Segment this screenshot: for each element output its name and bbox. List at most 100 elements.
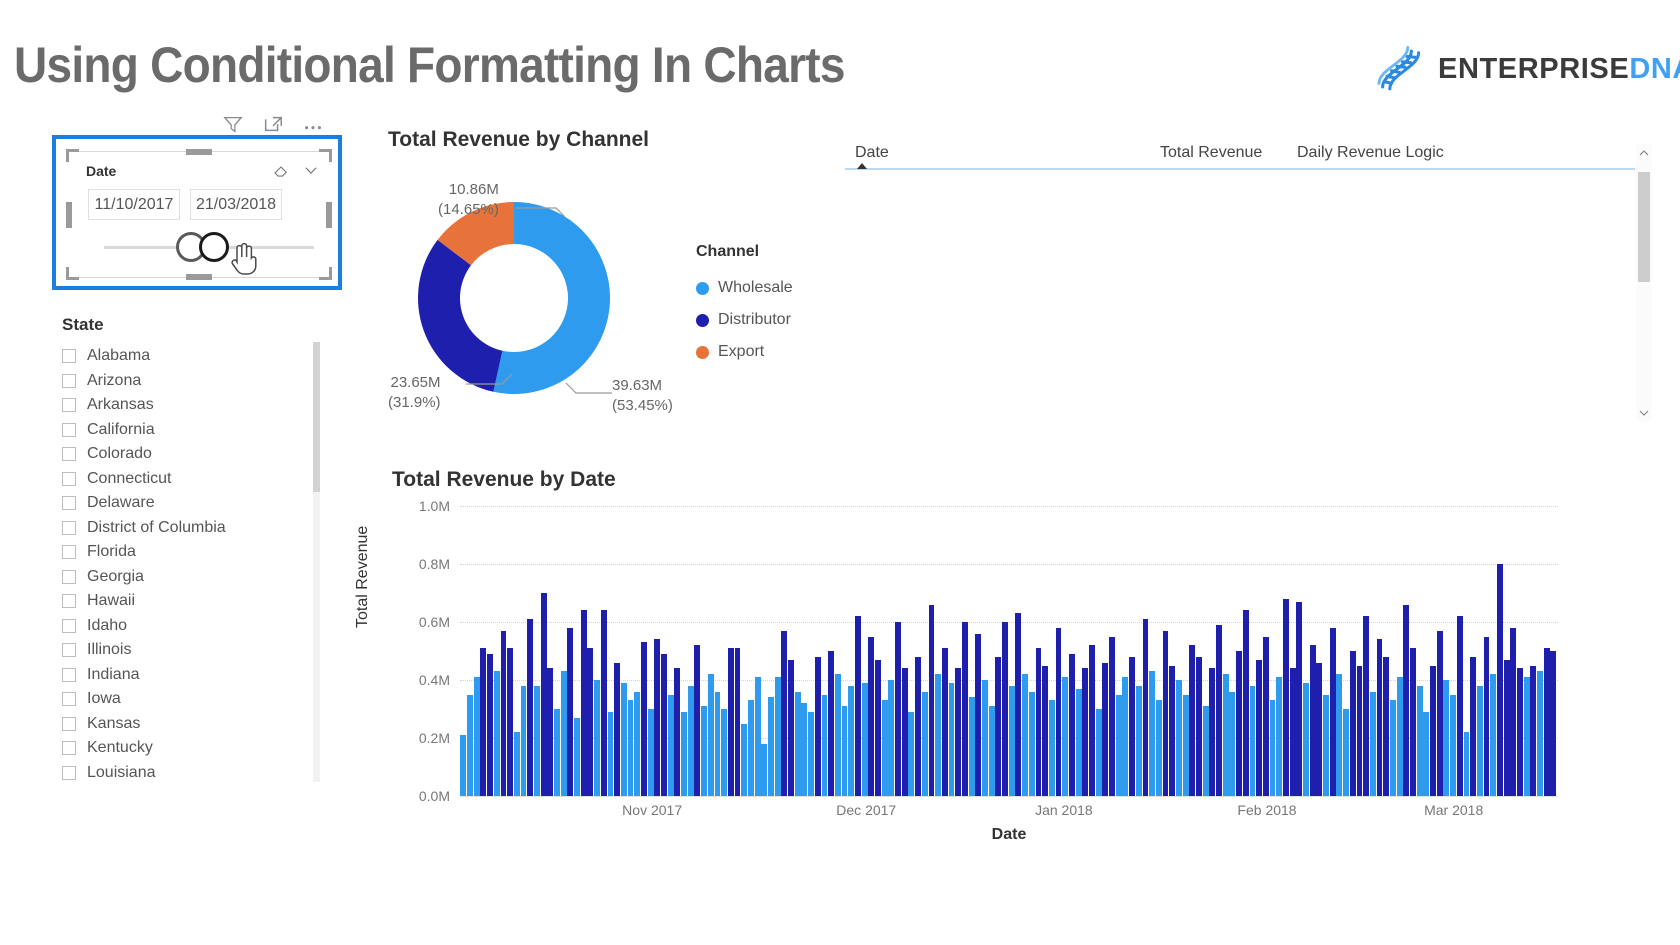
bar-chart-bar[interactable]	[1196, 656, 1202, 796]
state-slicer-item[interactable]: Idaho	[62, 614, 352, 639]
resize-handle-bottom-right[interactable]	[319, 267, 332, 280]
filter-icon[interactable]	[222, 113, 244, 135]
bar-chart-bar[interactable]	[1296, 601, 1303, 796]
bar-chart-bar[interactable]	[1182, 694, 1189, 796]
bar-chart-bar[interactable]	[968, 697, 975, 796]
resize-handle-right[interactable]	[326, 201, 332, 228]
bar-chart-bar[interactable]	[560, 671, 567, 796]
bar-chart-bars[interactable]	[460, 506, 1558, 796]
bar-chart-bar[interactable]	[594, 680, 601, 796]
bar-chart-bar[interactable]	[1062, 677, 1069, 796]
state-slicer[interactable]: State Alabama Arizona Arkansas California Co…	[62, 315, 352, 795]
bar-chart-bar[interactable]	[868, 636, 875, 796]
bar-chart-bar[interactable]	[1430, 665, 1436, 796]
resize-handle-bottom[interactable]	[186, 274, 212, 280]
bar-chart-bar[interactable]	[734, 648, 741, 796]
bar-chart-bar[interactable]	[834, 674, 841, 796]
bar-chart-bar[interactable]	[935, 674, 942, 796]
bar-chart-bar[interactable]	[1155, 700, 1162, 796]
bar-chart-bar[interactable]	[500, 630, 507, 796]
bar-chart-bar[interactable]	[674, 668, 681, 796]
resize-handle-bottom-left[interactable]	[66, 267, 79, 280]
bar-chart-bar[interactable]	[888, 680, 895, 796]
bar-chart-bar[interactable]	[1022, 674, 1029, 796]
bar-chart-bar[interactable]	[1109, 636, 1115, 796]
focus-mode-icon[interactable]	[262, 113, 284, 135]
state-checkbox[interactable]	[62, 471, 76, 486]
date-range-slider-track[interactable]	[104, 232, 314, 262]
bar-chart-bar[interactable]	[921, 691, 928, 796]
bar-chart-bar[interactable]	[1189, 645, 1196, 796]
state-checkbox[interactable]	[62, 765, 76, 780]
bar-chart-bar[interactable]	[1470, 656, 1477, 796]
bar-chart-bar[interactable]	[1517, 668, 1523, 796]
date-range-slider-handle-end[interactable]	[199, 232, 229, 262]
bar-chart-bar[interactable]	[1068, 653, 1075, 796]
legend-items[interactable]: Wholesale Distributor Export	[696, 272, 793, 368]
chevron-down-icon[interactable]	[302, 161, 320, 179]
bar-chart-bar[interactable]	[647, 709, 654, 796]
bar-chart-bar[interactable]	[901, 668, 908, 796]
state-slicer-item[interactable]: Illinois	[62, 638, 352, 663]
state-checkbox[interactable]	[62, 447, 76, 462]
bar-chart-bar[interactable]	[1369, 691, 1376, 796]
bar-chart-bar[interactable]	[721, 709, 728, 796]
date-slicer-selection-frame[interactable]: Date 11/10/2017 21/03/2018	[52, 135, 342, 290]
date-start-input[interactable]: 11/10/2017	[88, 189, 180, 220]
table-column-header-date[interactable]: Date	[855, 144, 889, 162]
bar-chart-plot-area[interactable]: 0.0M 0.2M 0.4M 0.6M 0.8M 1.0M	[419, 498, 1558, 804]
bar-chart-bar[interactable]	[747, 700, 754, 796]
bar-chart-bar[interactable]	[1389, 700, 1396, 796]
state-slicer-item[interactable]: Indiana	[62, 663, 352, 688]
bar-chart-bar[interactable]	[1008, 685, 1015, 796]
state-slicer-item[interactable]: Iowa	[62, 687, 352, 712]
table-column-header-total-revenue[interactable]: Total Revenue	[1160, 144, 1262, 162]
bar-chart-bar[interactable]	[1376, 639, 1383, 796]
bar-chart-bar[interactable]	[1089, 645, 1095, 796]
bar-chart-bar[interactable]	[1048, 700, 1055, 796]
bar-chart-bar[interactable]	[1169, 665, 1176, 796]
total-revenue-by-date-visual[interactable]: Total Revenue by Date 0.0M 0.2M 0.4M 0.6M 0.…	[354, 468, 1580, 888]
bar-chart-bar[interactable]	[1276, 677, 1283, 796]
bar-chart-bar[interactable]	[460, 735, 467, 796]
bar-chart-bar[interactable]	[908, 711, 915, 796]
bar-chart-bar[interactable]	[1423, 711, 1430, 796]
scroll-up-icon[interactable]	[1639, 148, 1649, 158]
bar-chart-bar[interactable]	[1242, 610, 1249, 796]
bar-chart-bar[interactable]	[620, 682, 627, 796]
state-checkbox[interactable]	[62, 398, 76, 413]
bar-chart-bar[interactable]	[634, 691, 641, 796]
bar-chart-bar[interactable]	[841, 706, 848, 796]
bar-chart-bar[interactable]	[881, 700, 888, 796]
bar-chart-bar[interactable]	[580, 610, 587, 796]
bar-chart-bar[interactable]	[1303, 682, 1309, 796]
bar-chart-bar[interactable]	[895, 622, 901, 796]
donut-chart-legend[interactable]: Channel Wholesale Distributor Export	[696, 243, 793, 368]
bar-chart-bar[interactable]	[667, 694, 674, 796]
bar-chart-bar[interactable]	[1122, 677, 1129, 796]
bar-chart-bar[interactable]	[741, 723, 748, 796]
table-scroll-thumb[interactable]	[1638, 172, 1650, 282]
bar-chart-bar[interactable]	[1162, 630, 1169, 796]
state-checkbox[interactable]	[62, 569, 76, 584]
state-checkbox[interactable]	[62, 545, 76, 560]
bar-chart-bar[interactable]	[1149, 671, 1156, 796]
state-checkbox[interactable]	[62, 643, 76, 658]
bar-chart-bar[interactable]	[1403, 604, 1410, 796]
bar-chart-bar[interactable]	[781, 630, 788, 796]
bar-chart-bar[interactable]	[941, 648, 948, 796]
state-checkbox[interactable]	[62, 716, 76, 731]
bar-chart-bar[interactable]	[687, 685, 694, 796]
state-checkbox[interactable]	[62, 496, 76, 511]
bar-chart-bar[interactable]	[801, 703, 808, 796]
bar-chart-bar[interactable]	[473, 677, 480, 796]
donut-slice-distributor[interactable]	[417, 239, 503, 392]
bar-chart-bar[interactable]	[1356, 665, 1363, 796]
bar-chart-bar[interactable]	[681, 711, 687, 796]
state-slicer-item[interactable]: Connecticut	[62, 467, 352, 492]
bar-chart-bar[interactable]	[1135, 685, 1142, 796]
bar-chart-bar[interactable]	[587, 648, 594, 796]
state-slicer-item[interactable]: Arizona	[62, 369, 352, 394]
legend-item-wholesale[interactable]: Wholesale	[696, 272, 793, 304]
bar-chart-bar[interactable]	[533, 685, 540, 796]
